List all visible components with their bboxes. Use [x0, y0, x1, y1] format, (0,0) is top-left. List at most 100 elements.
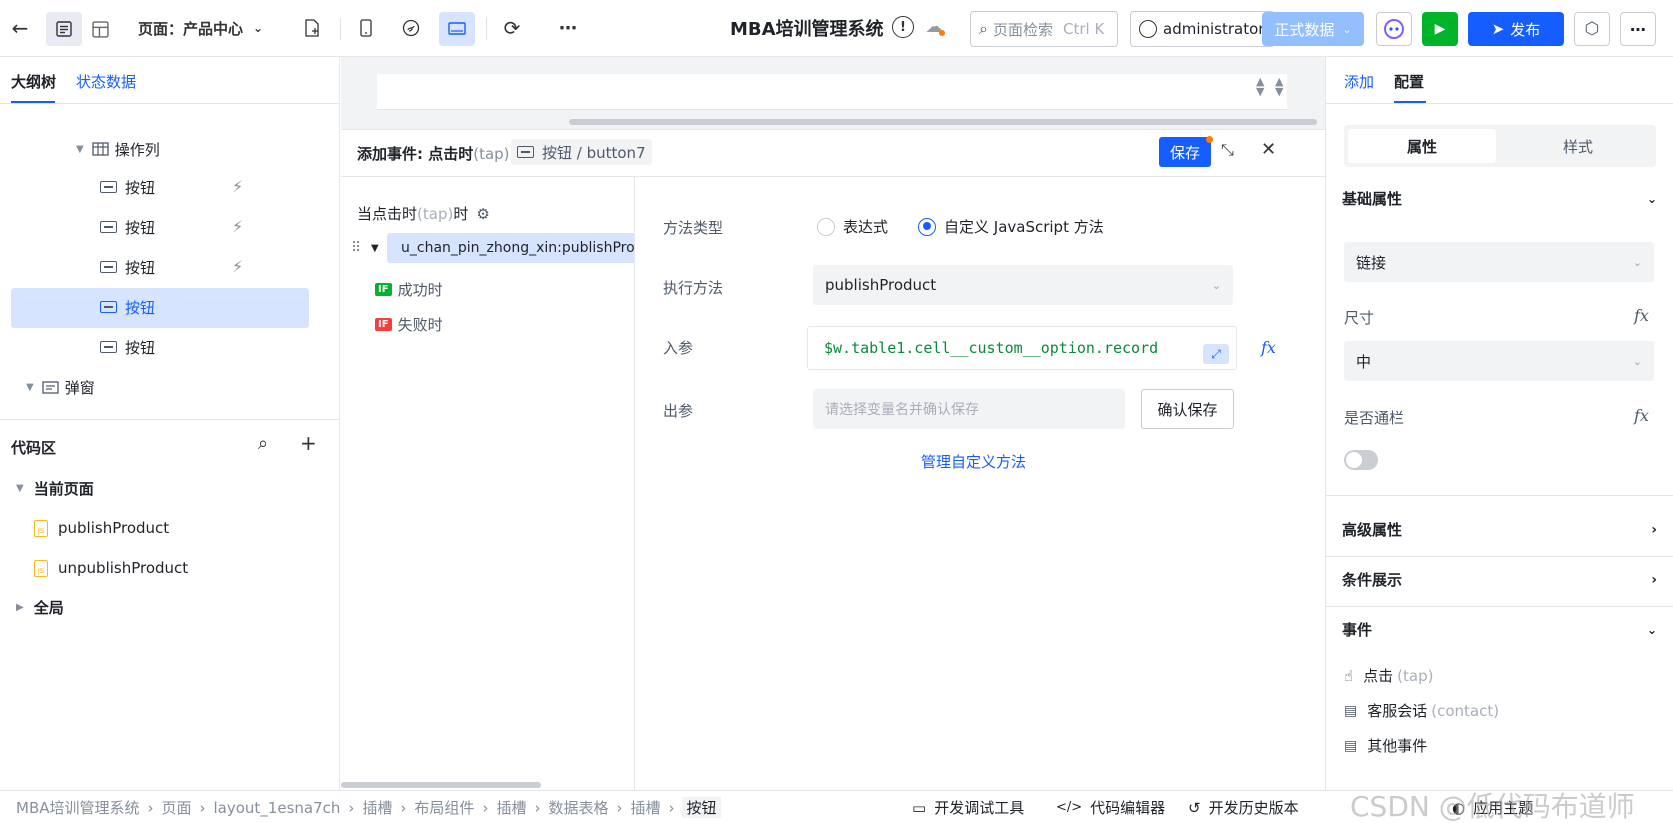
- close-icon[interactable]: ✕: [1261, 139, 1276, 160]
- settings-icon[interactable]: ⚙: [476, 205, 489, 223]
- cloud-sync-icon[interactable]: ☁: [922, 15, 946, 39]
- tree-node-action-column[interactable]: ▼ 操作列: [76, 139, 160, 159]
- page-search-input[interactable]: ⌕ 页面检索 Ctrl K: [970, 11, 1118, 47]
- page-selector[interactable]: 页面：产品中心 ⌄: [138, 14, 263, 42]
- breadcrumb-item[interactable]: 数据表格: [548, 797, 608, 818]
- horizontal-scrollbar[interactable]: [569, 119, 1317, 125]
- section-title: 事件: [1342, 621, 1373, 639]
- sort-icon[interactable]: ▲ ▼: [1275, 76, 1283, 97]
- dev-tools-button[interactable]: ▭ 开发调试工具: [912, 797, 1024, 818]
- layout-view-icon[interactable]: [82, 12, 118, 46]
- tree-node-dialog[interactable]: ▼ 弹窗: [26, 377, 95, 397]
- outline-view-icon[interactable]: [46, 12, 82, 46]
- banner-toggle[interactable]: [1344, 450, 1378, 470]
- if-badge: IF: [375, 318, 392, 331]
- breadcrumb-item[interactable]: layout_1esna7ch: [214, 799, 341, 817]
- link-type-select[interactable]: 链接 ⌄: [1344, 242, 1654, 282]
- breadcrumb-item[interactable]: 插槽: [496, 797, 526, 818]
- tab-config[interactable]: 配置: [1394, 71, 1424, 92]
- code-group-global[interactable]: ▶ 全局: [16, 597, 64, 617]
- success-branch[interactable]: IF 成功时: [375, 279, 443, 300]
- tree-node-button-1[interactable]: 按钮: [100, 177, 155, 197]
- js-file-icon: JS: [34, 519, 48, 537]
- action-node[interactable]: u_chan_pin_zhong_xin:publishProduct: [387, 233, 634, 263]
- size-select[interactable]: 中 ⌄: [1344, 341, 1654, 381]
- env-selector[interactable]: 正式数据 ⌄: [1262, 12, 1364, 46]
- breadcrumb-item[interactable]: 页面: [162, 797, 192, 818]
- code-file-unpublishProduct[interactable]: JS unpublishProduct: [34, 558, 188, 578]
- caret-down-icon: ▼: [26, 381, 34, 393]
- more-menu-icon[interactable]: ⋯: [1620, 12, 1656, 46]
- collapse-icon[interactable]: ⤡: [1221, 140, 1234, 160]
- js-file-icon: JS: [34, 559, 48, 577]
- sort-icon[interactable]: ▲ ▼: [1256, 76, 1264, 97]
- desktop-view-icon[interactable]: [439, 12, 475, 46]
- breadcrumb-item[interactable]: 布局组件: [414, 797, 474, 818]
- breadcrumb-item[interactable]: MBA培训管理系统: [16, 797, 140, 818]
- info-icon[interactable]: !: [892, 16, 914, 38]
- output-param-label: 出参: [663, 402, 694, 420]
- drag-handle-icon[interactable]: ⠿: [351, 240, 361, 256]
- caret-down-icon[interactable]: ▼: [371, 243, 379, 254]
- event-other-item[interactable]: ▤ 其他事件: [1344, 735, 1427, 756]
- fx-icon[interactable]: fx: [1634, 306, 1649, 325]
- exec-method-select[interactable]: publishProduct ⌄: [813, 265, 1233, 305]
- breadcrumb-item[interactable]: 插槽: [362, 797, 392, 818]
- confirm-save-button[interactable]: 确认保存: [1141, 389, 1234, 429]
- fx-icon[interactable]: fx: [1261, 338, 1276, 357]
- tree-node-button-3[interactable]: 按钮: [100, 257, 155, 277]
- tree-node-button-2[interactable]: 按钮: [100, 217, 155, 237]
- miniprogram-view-icon[interactable]: [397, 14, 425, 42]
- publish-button[interactable]: ➤ 发布: [1468, 12, 1564, 46]
- right-panel: 添加 配置 属性 样式 基础属性 ⌄ 链接 ⌄ 尺寸 fx 中 ⌄ 是否通栏 f…: [1325, 57, 1673, 790]
- arrow-left-icon[interactable]: ←: [6, 14, 34, 42]
- tab-outline[interactable]: 大纲树: [11, 71, 56, 92]
- radio-expression[interactable]: 表达式: [817, 216, 888, 237]
- trigger-node: 当点击时 (tap) 时 ⚙: [357, 203, 490, 224]
- event-contact-item[interactable]: ▤ 客服会话 (contact): [1344, 700, 1499, 721]
- save-button[interactable]: 保存: [1159, 137, 1211, 167]
- subtab-properties[interactable]: 属性: [1348, 129, 1496, 163]
- horizontal-scrollbar[interactable]: [341, 782, 541, 788]
- fail-branch[interactable]: IF 失败时: [375, 314, 443, 335]
- manage-methods-link[interactable]: 管理自定义方法: [921, 451, 1026, 472]
- refresh-icon[interactable]: ⟳: [498, 14, 526, 42]
- event-bolt-icon[interactable]: ⚡: [232, 177, 243, 196]
- breadcrumb-current[interactable]: 按钮: [682, 797, 721, 818]
- output-param-input[interactable]: 请选择变量名并确认保存: [813, 389, 1125, 429]
- history-button[interactable]: ↺ 开发历史版本: [1188, 797, 1299, 818]
- add-icon[interactable]: +: [300, 431, 317, 455]
- code-group-current-page[interactable]: ▼ 当前页面: [16, 478, 94, 498]
- event-bolt-icon[interactable]: ⚡: [232, 217, 243, 236]
- calendar-icon: ▤: [1344, 737, 1358, 754]
- tab-state-data[interactable]: 状态数据: [76, 71, 136, 92]
- fx-icon[interactable]: fx: [1634, 406, 1649, 425]
- mobile-view-icon[interactable]: [352, 14, 380, 42]
- publish-label: 发布: [1510, 20, 1541, 39]
- code-editor-button[interactable]: </> 代码编辑器: [1056, 797, 1165, 818]
- breadcrumb-item[interactable]: 插槽: [630, 797, 660, 818]
- tree-node-button-4[interactable]: 按钮: [100, 297, 155, 317]
- input-param-field[interactable]: $w.table1.cell__custom__option.record: [807, 326, 1237, 370]
- more-icon[interactable]: ⋯: [554, 14, 582, 42]
- section-events[interactable]: 事件 ⌄: [1342, 619, 1657, 640]
- preview-run-icon[interactable]: ▶: [1422, 12, 1458, 46]
- ai-assistant-icon[interactable]: [1376, 12, 1412, 46]
- radio-custom-js[interactable]: 自定义 JavaScript 方法: [918, 216, 1104, 237]
- event-click-item[interactable]: ☝ 点击 (tap): [1344, 665, 1433, 686]
- settings-icon[interactable]: ⬡: [1574, 12, 1610, 46]
- expand-icon[interactable]: ⤢: [1203, 344, 1229, 364]
- section-advanced[interactable]: 高级属性 ›: [1342, 519, 1657, 540]
- user-menu[interactable]: administrator: [1130, 11, 1275, 47]
- tab-add[interactable]: 添加: [1344, 71, 1374, 92]
- code-file-publishProduct[interactable]: JS publishProduct: [34, 518, 169, 538]
- tree-node-button-5[interactable]: 按钮: [100, 337, 155, 357]
- event-bolt-icon[interactable]: ⚡: [232, 257, 243, 276]
- add-page-icon[interactable]: [298, 14, 326, 42]
- section-condition[interactable]: 条件展示 ›: [1342, 569, 1657, 590]
- tree-label: 弹窗: [64, 378, 95, 397]
- search-shortcut: Ctrl K: [1062, 20, 1105, 38]
- subtab-style[interactable]: 样式: [1504, 129, 1652, 163]
- search-icon[interactable]: ⌕: [258, 433, 268, 454]
- section-basic[interactable]: 基础属性 ⌄: [1342, 188, 1657, 209]
